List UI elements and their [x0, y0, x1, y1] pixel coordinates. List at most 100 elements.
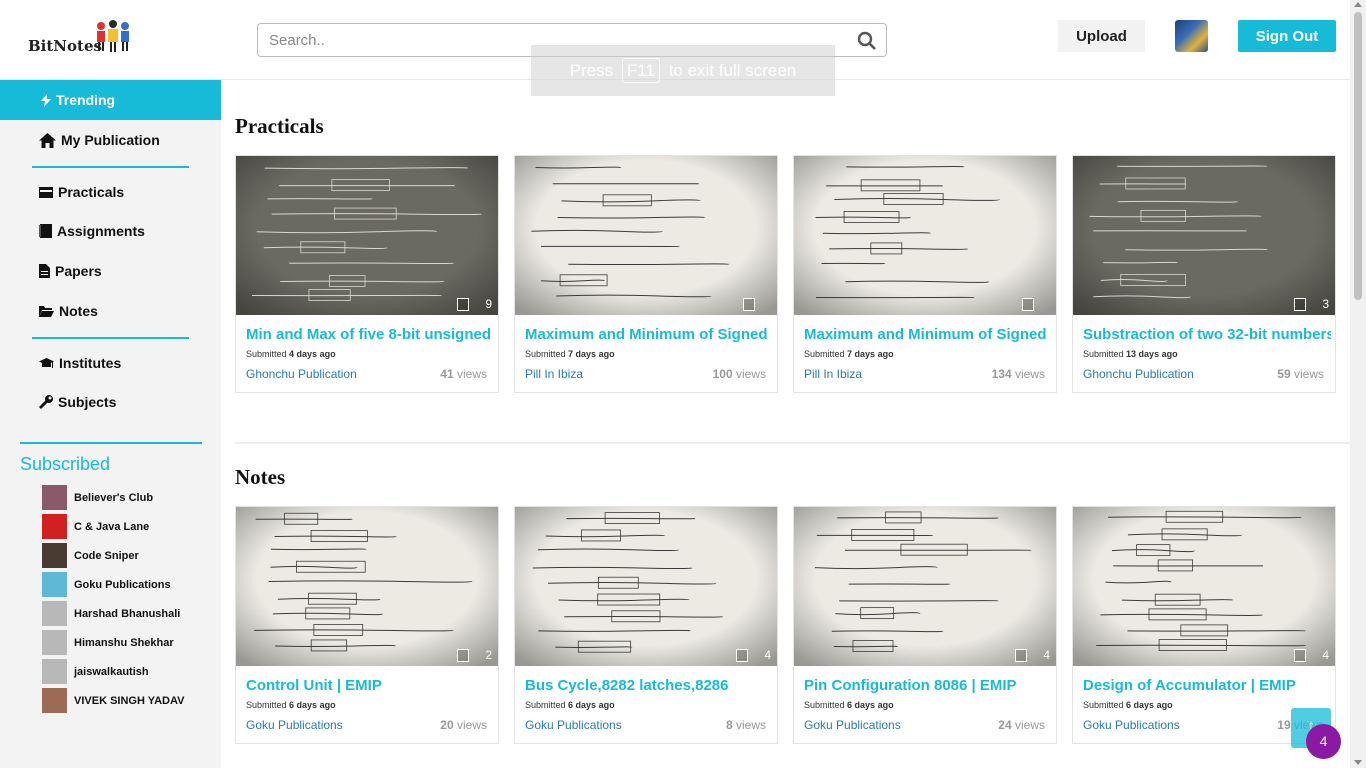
page-scrollbar[interactable] [1350, 0, 1366, 768]
card-thumbnail[interactable] [794, 156, 1056, 315]
views-word: views [735, 367, 766, 381]
card-title[interactable]: Substraction of two 32-bit numbers [1083, 326, 1331, 343]
card-title[interactable]: Control Unit | EMIP [246, 677, 494, 694]
subscribed-item[interactable]: Code Sniper [42, 543, 139, 568]
sidebar-item-label: My Publication [61, 132, 160, 148]
publication-card[interactable]: Maximum and Minimum of Signed Submitted 7… [793, 155, 1057, 393]
page-count-badge [1022, 298, 1050, 311]
subscribed-item[interactable]: C & Java Lane [42, 514, 149, 539]
page-count-badge: 4 [736, 648, 771, 662]
document-icon [39, 264, 50, 278]
document-icon [736, 648, 749, 662]
card-thumbnail[interactable]: 4 [1073, 507, 1335, 666]
subscribed-name: VIVEK SINGH YADAV [74, 694, 185, 707]
book-icon [39, 224, 52, 238]
document-icon [457, 648, 470, 662]
card-title[interactable]: Maximum and Minimum of Signed [525, 326, 773, 343]
sidebar-item-subjects[interactable]: Subjects [0, 382, 221, 422]
publication-card[interactable]: 9 Min and Max of five 8-bit unsigned Submi… [235, 155, 499, 393]
home-icon [39, 132, 56, 148]
card-title[interactable]: Maximum and Minimum of Signed [804, 326, 1052, 343]
sign-out-button[interactable]: Sign Out [1238, 20, 1336, 52]
practicals-section-title: Practicals [235, 114, 324, 138]
subscribed-avatar [42, 630, 67, 655]
view-count: 100 [712, 367, 733, 381]
card-publisher[interactable]: Goku Publications [804, 718, 901, 732]
card-publisher[interactable]: Pill In Ibiza [804, 367, 862, 381]
view-count: 19 [1277, 718, 1291, 732]
subscribed-title: Subscribed [20, 454, 111, 474]
sidebar-divider [32, 337, 189, 339]
publication-card[interactable]: Maximum and Minimum of Signed Submitted 7… [514, 155, 778, 393]
notification-badge[interactable]: 4 [1306, 724, 1341, 759]
view-count: 20 [440, 718, 454, 732]
wrench-icon [39, 395, 53, 409]
page-count: 9 [485, 297, 492, 311]
card-publisher[interactable]: Goku Publications [525, 718, 622, 732]
submitted-word: Submitted [804, 700, 845, 710]
subscribed-item[interactable]: jaiswalkautish [42, 659, 149, 684]
view-count: 59 [1277, 367, 1291, 381]
publication-card[interactable]: 4 Pin Configuration 8086 | EMIP Submitted … [793, 506, 1057, 744]
lightning-icon [41, 93, 51, 107]
card-thumbnail[interactable]: 4 [794, 507, 1056, 666]
bitnotes-logo[interactable]: BitNotes [28, 18, 138, 58]
upload-button[interactable]: Upload [1058, 20, 1145, 52]
card-views: 8 views [726, 718, 766, 732]
subscribed-item[interactable]: VIVEK SINGH YADAV [42, 688, 184, 713]
card-title[interactable]: Bus Cycle,8282 latches,8286 [525, 677, 773, 694]
card-submitted: Submitted 6 days ago [804, 700, 894, 710]
publication-card[interactable]: 4 Bus Cycle,8282 latches,8286 Submitted 6 … [514, 506, 778, 744]
subscribed-avatar [42, 688, 67, 713]
page-count-badge: 2 [457, 648, 492, 662]
sidebar-item-assignments[interactable]: Assignments [0, 211, 221, 251]
card-thumbnail[interactable]: 4 [515, 507, 777, 666]
card-thumbnail[interactable]: 9 [236, 156, 498, 315]
sidebar-item-notes[interactable]: Notes [0, 291, 221, 331]
card-submitted: Submitted 6 days ago [1083, 700, 1173, 710]
page-count: 2 [485, 648, 492, 662]
scroll-down-arrow-icon[interactable] [1354, 760, 1362, 765]
sidebar-item-papers[interactable]: Papers [0, 251, 221, 291]
card-publisher[interactable]: Ghonchu Publication [246, 367, 357, 381]
card-thumbnail[interactable]: 3 [1073, 156, 1335, 315]
notes-section-title: Notes [235, 465, 286, 489]
submitted-word: Submitted [1083, 349, 1124, 359]
sidebar-item-label: Institutes [59, 355, 122, 371]
subscribed-item[interactable]: Goku Publications [42, 572, 171, 597]
card-publisher[interactable]: Ghonchu Publication [1083, 367, 1194, 381]
card-title[interactable]: Design of Accumulator | EMIP [1083, 677, 1331, 694]
sidebar-item-my-publication[interactable]: My Publication [0, 120, 221, 160]
sidebar-item-trending[interactable]: Trending [0, 80, 221, 120]
user-avatar[interactable] [1175, 20, 1208, 52]
card-publisher[interactable]: Pill In Ibiza [525, 367, 583, 381]
subscribed-item[interactable]: Himanshu Shekhar [42, 630, 174, 655]
sidebar-item-institutes[interactable]: Institutes [0, 343, 221, 383]
page-count: 4 [1322, 648, 1329, 662]
subscribed-name: jaiswalkautish [74, 665, 149, 678]
publication-card[interactable]: 2 Control Unit | EMIP Submitted 6 days ago… [235, 506, 499, 744]
publication-card[interactable]: 3 Substraction of two 32-bit numbers Submi… [1072, 155, 1336, 393]
submitted-age: 6 days ago [1126, 700, 1173, 710]
card-publisher[interactable]: Goku Publications [246, 718, 343, 732]
graduation-cap-icon [39, 357, 54, 368]
card-thumbnail[interactable] [515, 156, 777, 315]
card-title[interactable]: Pin Configuration 8086 | EMIP [804, 677, 1052, 694]
card-views: 59 views [1277, 367, 1324, 381]
card-thumbnail[interactable]: 2 [236, 507, 498, 666]
logo-text: BitNotes [28, 37, 102, 55]
scrollbar-thumb[interactable] [1354, 12, 1362, 300]
subscribed-avatar [42, 572, 67, 597]
submitted-word: Submitted [1083, 700, 1124, 710]
card-title[interactable]: Min and Max of five 8-bit unsigned [246, 326, 494, 343]
subscribed-item[interactable]: Believer's Club [42, 485, 153, 510]
main-content: Practicals 9 Min and Max of five 8-bit un… [221, 81, 1350, 768]
views-word: views [735, 718, 766, 732]
scroll-up-arrow-icon[interactable] [1354, 2, 1362, 7]
subscribed-item[interactable]: Harshad Bhanushali [42, 601, 180, 626]
card-views: 134 views [992, 367, 1045, 381]
sidebar-item-practicals[interactable]: Practicals [0, 172, 221, 212]
card-publisher[interactable]: Goku Publications [1083, 718, 1180, 732]
views-word: views [456, 718, 487, 732]
search-icon[interactable] [857, 31, 877, 51]
